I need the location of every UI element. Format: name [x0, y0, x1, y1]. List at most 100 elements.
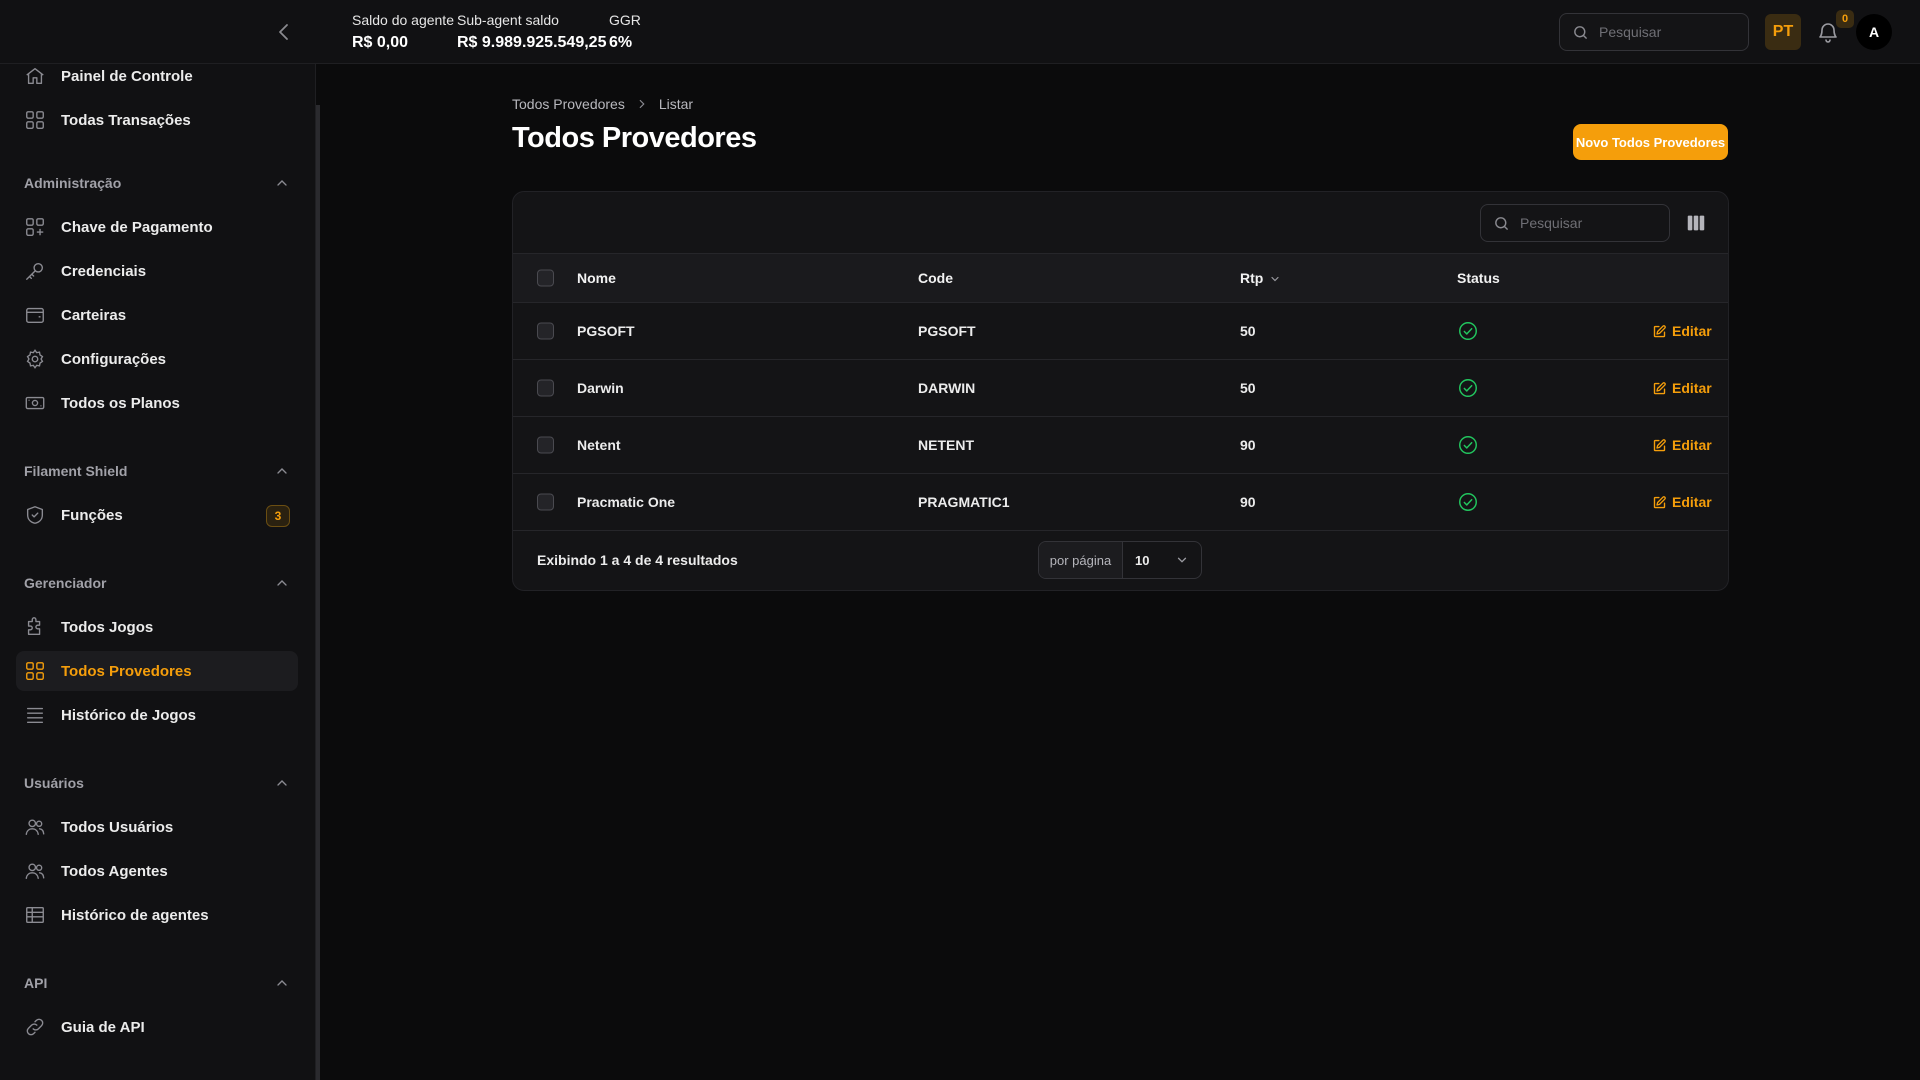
sidebar-item-planos[interactable]: Todos os Planos: [16, 383, 298, 423]
sub-agent-balance-label: Sub-agent saldo: [457, 12, 559, 28]
ggr-balance: GGR 6%: [609, 11, 641, 53]
breadcrumb: Todos Provedores Listar: [512, 96, 693, 112]
edit-button[interactable]: Editar: [1652, 437, 1712, 453]
group-gerenciador[interactable]: Gerenciador: [24, 571, 290, 595]
link-icon: [24, 1016, 46, 1038]
edit-label: Editar: [1672, 323, 1712, 339]
notification-badge: 0: [1836, 10, 1854, 28]
rtp-header-label: Rtp: [1240, 270, 1264, 286]
sidebar-item-label: Todos Usuários: [61, 818, 174, 836]
provider-rtp: 50: [1240, 323, 1256, 339]
per-page-select[interactable]: 10: [1123, 542, 1201, 578]
row-checkbox[interactable]: [537, 436, 554, 454]
key-icon: [24, 260, 46, 282]
sidebar-item-carteiras[interactable]: Carteiras: [16, 295, 298, 335]
column-header-nome[interactable]: Nome: [577, 270, 616, 286]
sort-chevron-down-icon[interactable]: [1269, 273, 1281, 285]
edit-button[interactable]: Editar: [1652, 380, 1712, 396]
column-header-status[interactable]: Status: [1457, 270, 1500, 286]
sidebar-item-painel[interactable]: Painel de Controle: [16, 64, 298, 96]
provider-rtp: 90: [1240, 494, 1256, 510]
edit-button[interactable]: Editar: [1652, 323, 1712, 339]
ggr-label: GGR: [609, 12, 641, 28]
sidebar-item-historico-jogos[interactable]: Histórico de Jogos: [16, 695, 298, 735]
chevron-down-icon: [1175, 553, 1189, 567]
group-usuarios[interactable]: Usuários: [24, 771, 290, 795]
table-search-input[interactable]: [1520, 215, 1650, 231]
edit-icon: [1652, 381, 1667, 396]
column-header-rtp[interactable]: Rtp: [1240, 270, 1281, 286]
table-icon: [24, 904, 46, 926]
sidebar-item-credenciais[interactable]: Credenciais: [16, 251, 298, 291]
row-checkbox[interactable]: [537, 493, 554, 511]
breadcrumb-current: Listar: [658, 96, 694, 112]
sidebar-item-label: Todas Transações: [61, 111, 191, 129]
provider-rtp: 50: [1240, 380, 1256, 396]
chevron-up-icon: [274, 775, 290, 791]
table-row[interactable]: PGSOFT PGSOFT 50 Editar: [513, 303, 1728, 360]
sidebar-item-configuracoes[interactable]: Configurações: [16, 339, 298, 379]
columns-toggle-icon[interactable]: [1685, 212, 1707, 234]
sidebar-item-label: Configurações: [61, 350, 167, 368]
search-icon: [1572, 24, 1589, 41]
select-all-checkbox[interactable]: [537, 269, 554, 287]
group-api[interactable]: API: [24, 971, 290, 995]
search-icon: [1493, 215, 1510, 232]
edit-icon: [1652, 438, 1667, 453]
grid-plus-icon: [24, 216, 46, 238]
gear-icon: [24, 348, 46, 370]
sidebar-scrollbar[interactable]: [316, 105, 320, 1080]
check-circle-icon: [1457, 377, 1479, 399]
sidebar-item-todos-jogos[interactable]: Todos Jogos: [16, 607, 298, 647]
users-icon: [24, 860, 46, 882]
agent-balance: Saldo do agente R$ 0,00: [352, 11, 454, 53]
table-header: Nome Code Rtp Status: [513, 253, 1728, 303]
table-row[interactable]: Darwin DARWIN 50 Editar: [513, 360, 1728, 417]
global-search-input[interactable]: [1599, 24, 1729, 40]
row-checkbox[interactable]: [537, 322, 554, 340]
new-provider-button[interactable]: Novo Todos Provedores: [1573, 124, 1728, 160]
sidebar-item-label: Guia de API: [61, 1018, 145, 1036]
agent-balance-label: Saldo do agente: [352, 12, 454, 28]
row-checkbox[interactable]: [537, 379, 554, 397]
sidebar-item-label: Carteiras: [61, 306, 127, 324]
global-search[interactable]: [1559, 13, 1749, 51]
sidebar-item-todos-usuarios[interactable]: Todos Usuários: [16, 807, 298, 847]
sub-agent-balance: Sub-agent saldo R$ 9.989.925.549,25: [457, 11, 606, 53]
sidebar-item-todos-provedores[interactable]: Todos Provedores: [16, 651, 298, 691]
group-administracao[interactable]: Administração: [24, 171, 290, 195]
provider-code: DARWIN: [918, 380, 976, 396]
provider-name: Netent: [577, 437, 621, 453]
providers-table-card: Nome Code Rtp Status PGSOFT PGSOFT 50 Ed…: [512, 191, 1729, 591]
check-circle-icon: [1457, 491, 1479, 513]
breadcrumb-link[interactable]: Todos Provedores: [512, 96, 625, 112]
group-title: Filament Shield: [24, 463, 128, 479]
column-header-code[interactable]: Code: [918, 270, 953, 286]
group-title: Gerenciador: [24, 575, 107, 591]
per-page-selector[interactable]: por página 10: [1038, 541, 1202, 579]
edit-label: Editar: [1672, 437, 1712, 453]
collapse-sidebar-icon[interactable]: [272, 20, 296, 44]
edit-icon: [1652, 324, 1667, 339]
table-row[interactable]: Netent NETENT 90 Editar: [513, 417, 1728, 474]
provider-name: PGSOFT: [577, 323, 635, 339]
sidebar-item-label: Chave de Pagamento: [61, 218, 213, 236]
sidebar-item-funcoes[interactable]: Funções 3: [16, 495, 298, 535]
sidebar-item-chave-pagamento[interactable]: Chave de Pagamento: [16, 207, 298, 247]
table-search[interactable]: [1480, 204, 1670, 242]
avatar[interactable]: A: [1856, 14, 1892, 50]
language-switcher[interactable]: PT: [1765, 14, 1801, 50]
page-title: Todos Provedores: [512, 122, 757, 154]
group-filament-shield[interactable]: Filament Shield: [24, 459, 290, 483]
sidebar-item-guia-api[interactable]: Guia de API: [16, 1007, 298, 1047]
table-row[interactable]: Pracmatic One PRAGMATIC1 90 Editar: [513, 474, 1728, 531]
sub-agent-balance-value: R$ 9.989.925.549,25: [457, 34, 607, 51]
sidebar-item-transacoes[interactable]: Todas Transações: [16, 100, 298, 140]
chevron-up-icon: [274, 463, 290, 479]
sidebar-item-todos-agentes[interactable]: Todos Agentes: [16, 851, 298, 891]
edit-button[interactable]: Editar: [1652, 494, 1712, 510]
per-page-value: 10: [1135, 552, 1150, 568]
top-bar: Saldo do agente R$ 0,00 Sub-agent saldo …: [0, 0, 1920, 64]
money-icon: [24, 392, 46, 414]
sidebar-item-historico-agentes[interactable]: Histórico de agentes: [16, 895, 298, 935]
